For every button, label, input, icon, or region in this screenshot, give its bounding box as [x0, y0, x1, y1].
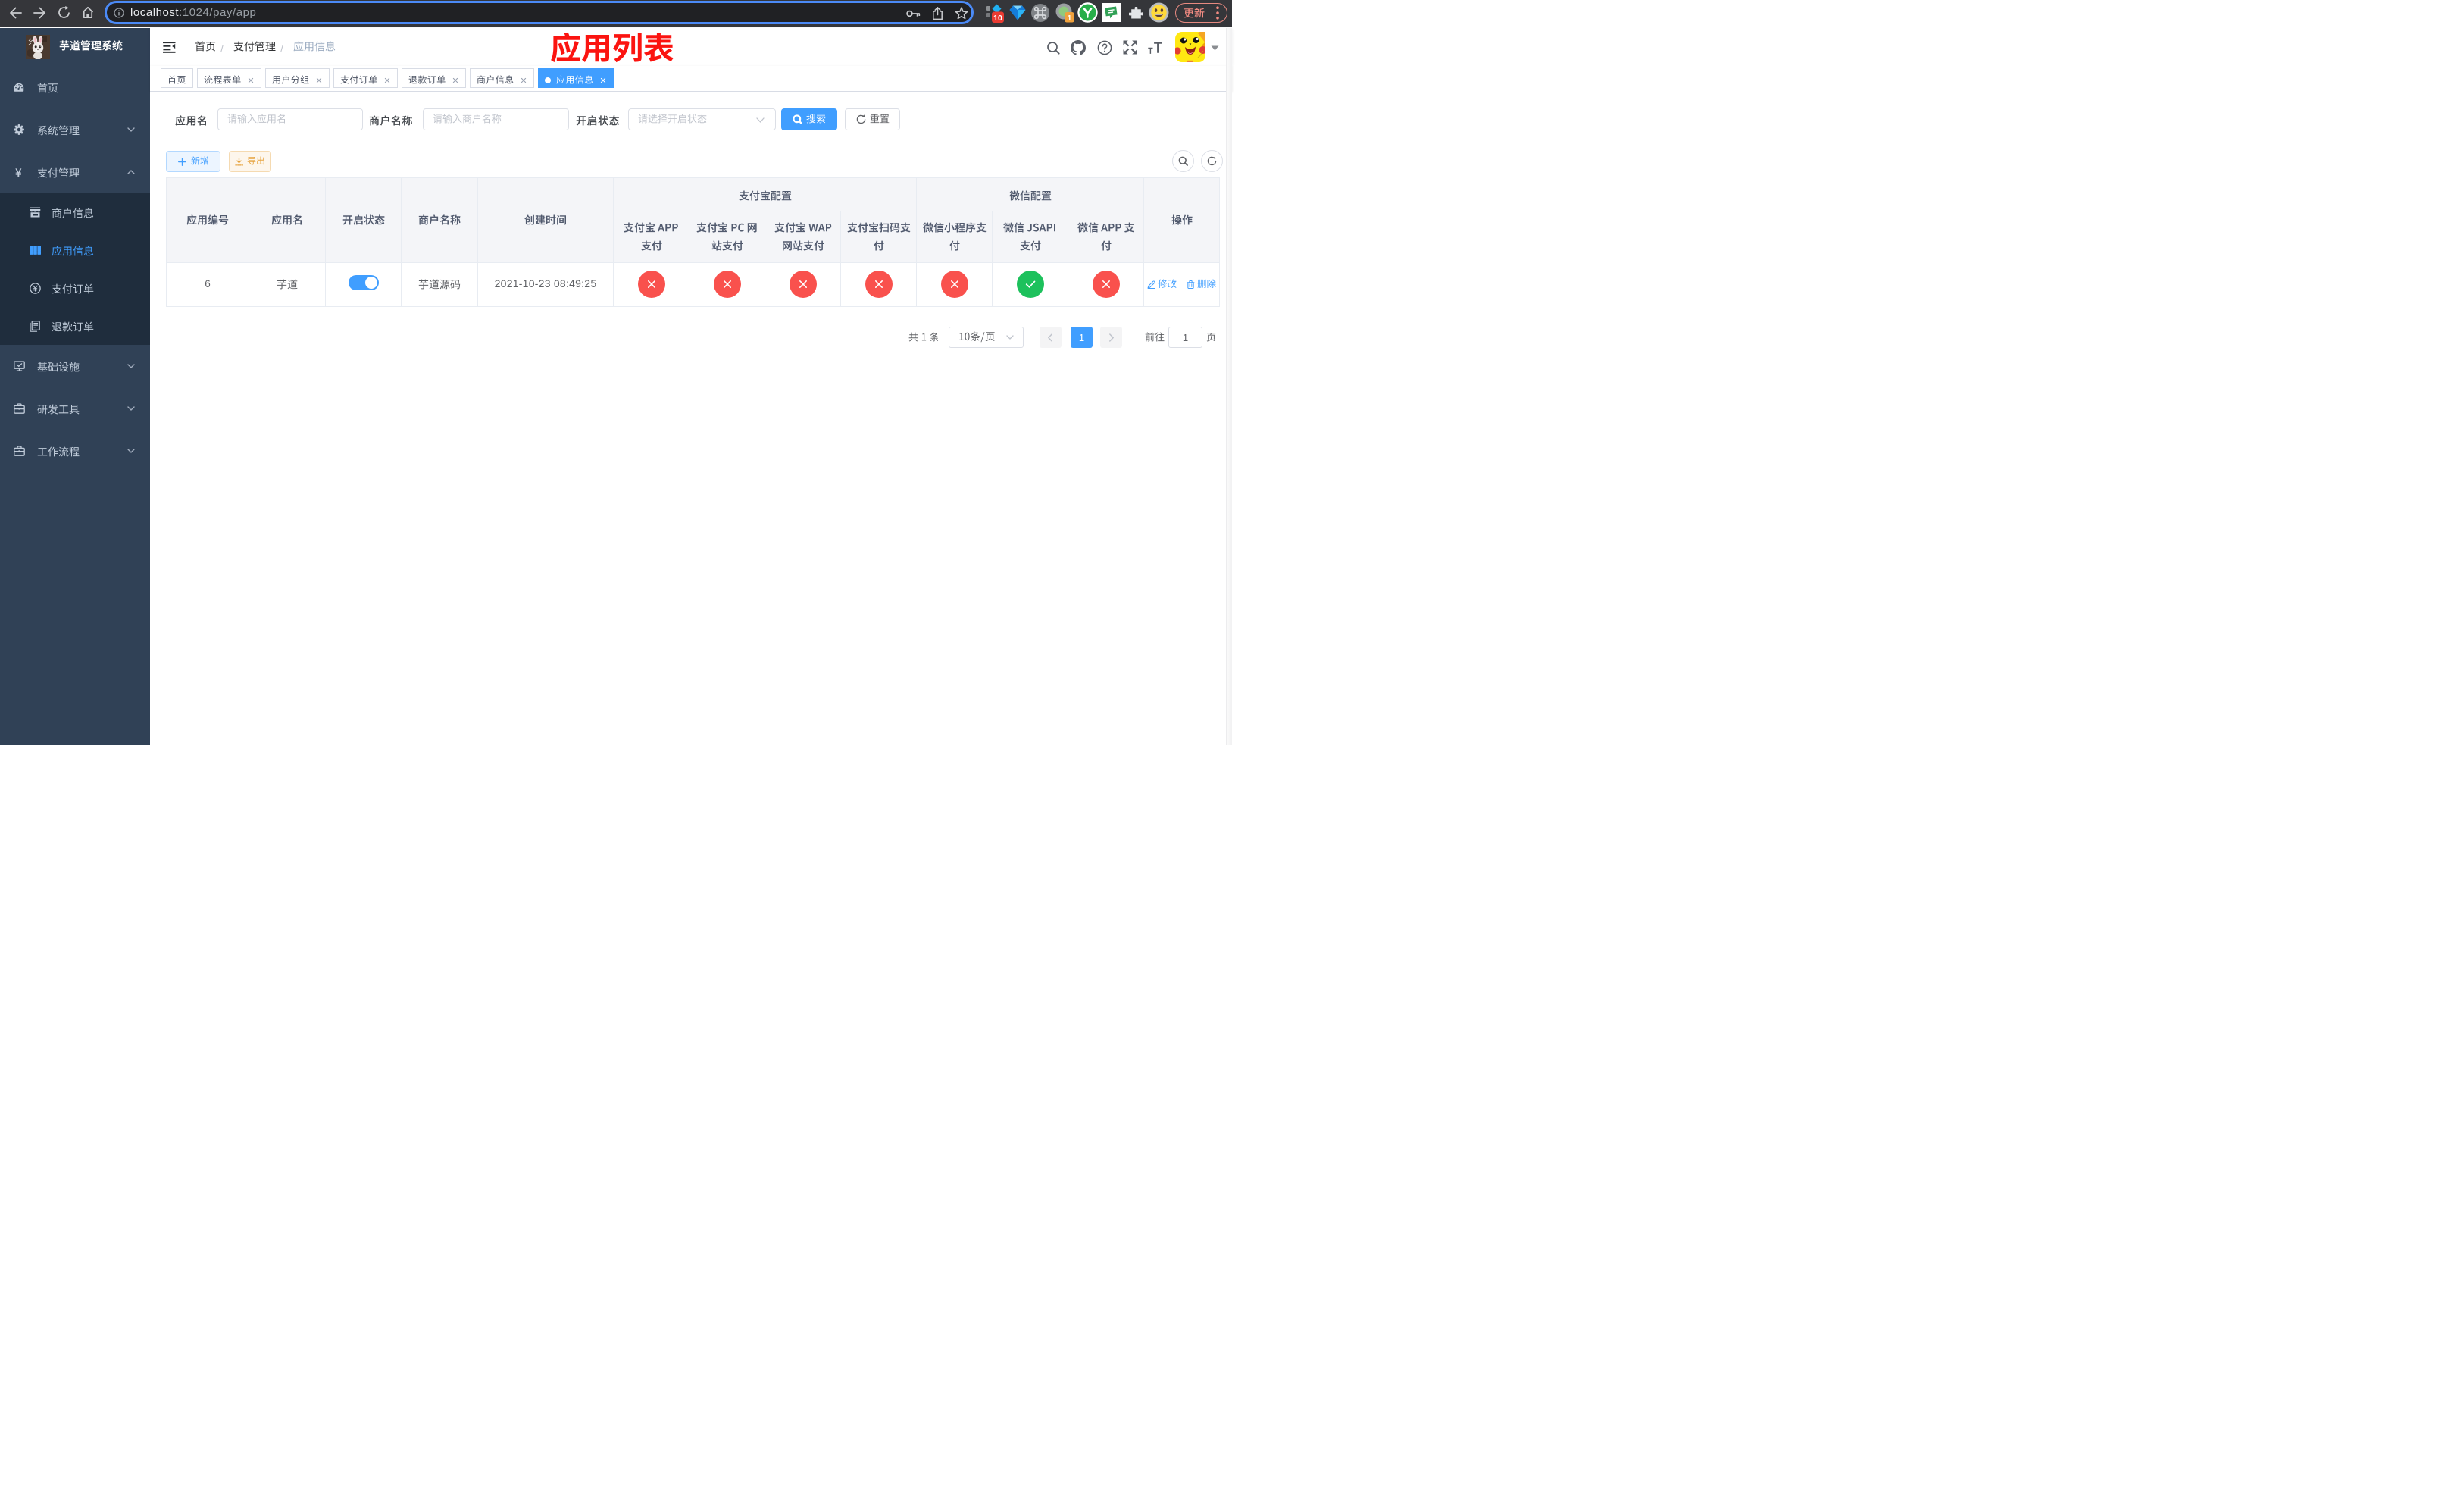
- svg-text:1: 1: [1068, 14, 1072, 23]
- svg-text:10: 10: [993, 14, 1002, 23]
